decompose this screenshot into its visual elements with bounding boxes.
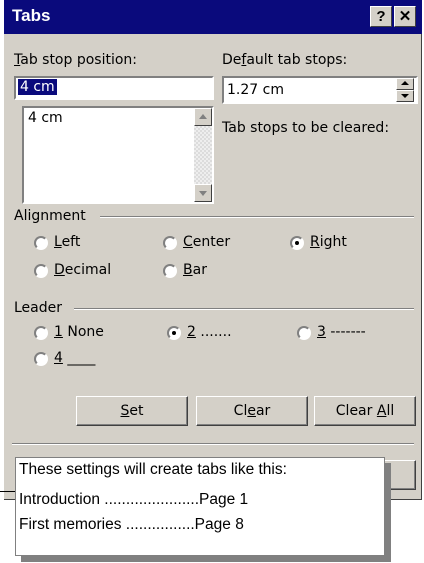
help-button[interactable]: ?	[370, 6, 392, 27]
callout-line-3: First memories ................Page 8	[19, 516, 244, 533]
radio-decimal[interactable]	[34, 264, 48, 278]
radio-center-label[interactable]: Center	[183, 234, 230, 250]
radio-left-label[interactable]: Left	[54, 234, 80, 250]
alignment-group-title: Alignment	[14, 208, 86, 224]
example-callout: These settings will create tabs like thi…	[15, 457, 385, 556]
list-scrollbar[interactable]	[194, 108, 212, 202]
tab-stop-position-input[interactable]: 4 cm	[14, 76, 214, 100]
tab-stops-cleared-label: Tab stops to be cleared:	[222, 120, 390, 136]
callout-line-2: Introduction ......................Page …	[19, 491, 249, 508]
callout-line-1: These settings will create tabs like thi…	[19, 461, 287, 478]
radio-decimal-label[interactable]: Decimal	[54, 262, 111, 278]
default-tab-stops-spinner[interactable]: 1.27 cm	[222, 76, 418, 104]
clear-all-button[interactable]: Clear All	[314, 396, 416, 426]
dialog-title: Tabs	[12, 6, 51, 25]
radio-right-label[interactable]: Right	[310, 234, 347, 250]
default-tab-stops-label: Default tab stops:	[222, 52, 348, 68]
radio-center[interactable]	[163, 236, 177, 250]
leader-divider	[74, 308, 414, 310]
radio-left[interactable]	[34, 236, 48, 250]
radio-bar-label[interactable]: Bar	[183, 262, 207, 278]
radio-right[interactable]	[290, 236, 304, 250]
spin-down-icon	[401, 94, 409, 98]
leader-group-title: Leader	[14, 300, 63, 316]
tab-stop-list[interactable]: 4 cm	[22, 106, 214, 204]
tab-stop-position-value: 4 cm	[18, 79, 57, 95]
scroll-down-button[interactable]	[194, 184, 212, 202]
radio-bar[interactable]	[163, 264, 177, 278]
tabs-dialog: Tabs ? ✕ Tab stop position: 4 cm 4 cm De…	[4, 0, 422, 500]
radio-leader-2[interactable]	[167, 326, 181, 340]
alignment-divider	[100, 216, 414, 218]
close-button[interactable]: ✕	[394, 6, 416, 27]
list-item[interactable]: 4 cm	[28, 110, 63, 126]
spin-up-button[interactable]	[396, 78, 414, 90]
title-bar: Tabs ? ✕	[4, 0, 422, 34]
set-button[interactable]: Set	[76, 396, 188, 426]
clear-button[interactable]: Clear	[196, 396, 308, 426]
default-tab-stops-value: 1.27 cm	[227, 82, 284, 98]
arrow-down-icon	[199, 191, 207, 196]
tab-stop-position-label: Tab stop position:	[14, 52, 138, 68]
radio-leader-1-label[interactable]: 1 None	[54, 324, 104, 340]
spin-up-icon	[401, 81, 409, 85]
scroll-up-button[interactable]	[194, 108, 212, 126]
arrow-up-icon	[199, 114, 207, 119]
radio-leader-2-label[interactable]: 2 .......	[187, 324, 232, 340]
radio-leader-4-label[interactable]: 4 ____	[54, 350, 95, 366]
radio-leader-3-label[interactable]: 3 -------	[317, 324, 366, 340]
spin-down-button[interactable]	[396, 90, 414, 102]
radio-leader-4[interactable]	[34, 352, 48, 366]
callout-pointer-line	[0, 491, 16, 492]
radio-leader-1[interactable]	[34, 326, 48, 340]
footer-separator	[12, 443, 414, 445]
radio-leader-3[interactable]	[297, 326, 311, 340]
